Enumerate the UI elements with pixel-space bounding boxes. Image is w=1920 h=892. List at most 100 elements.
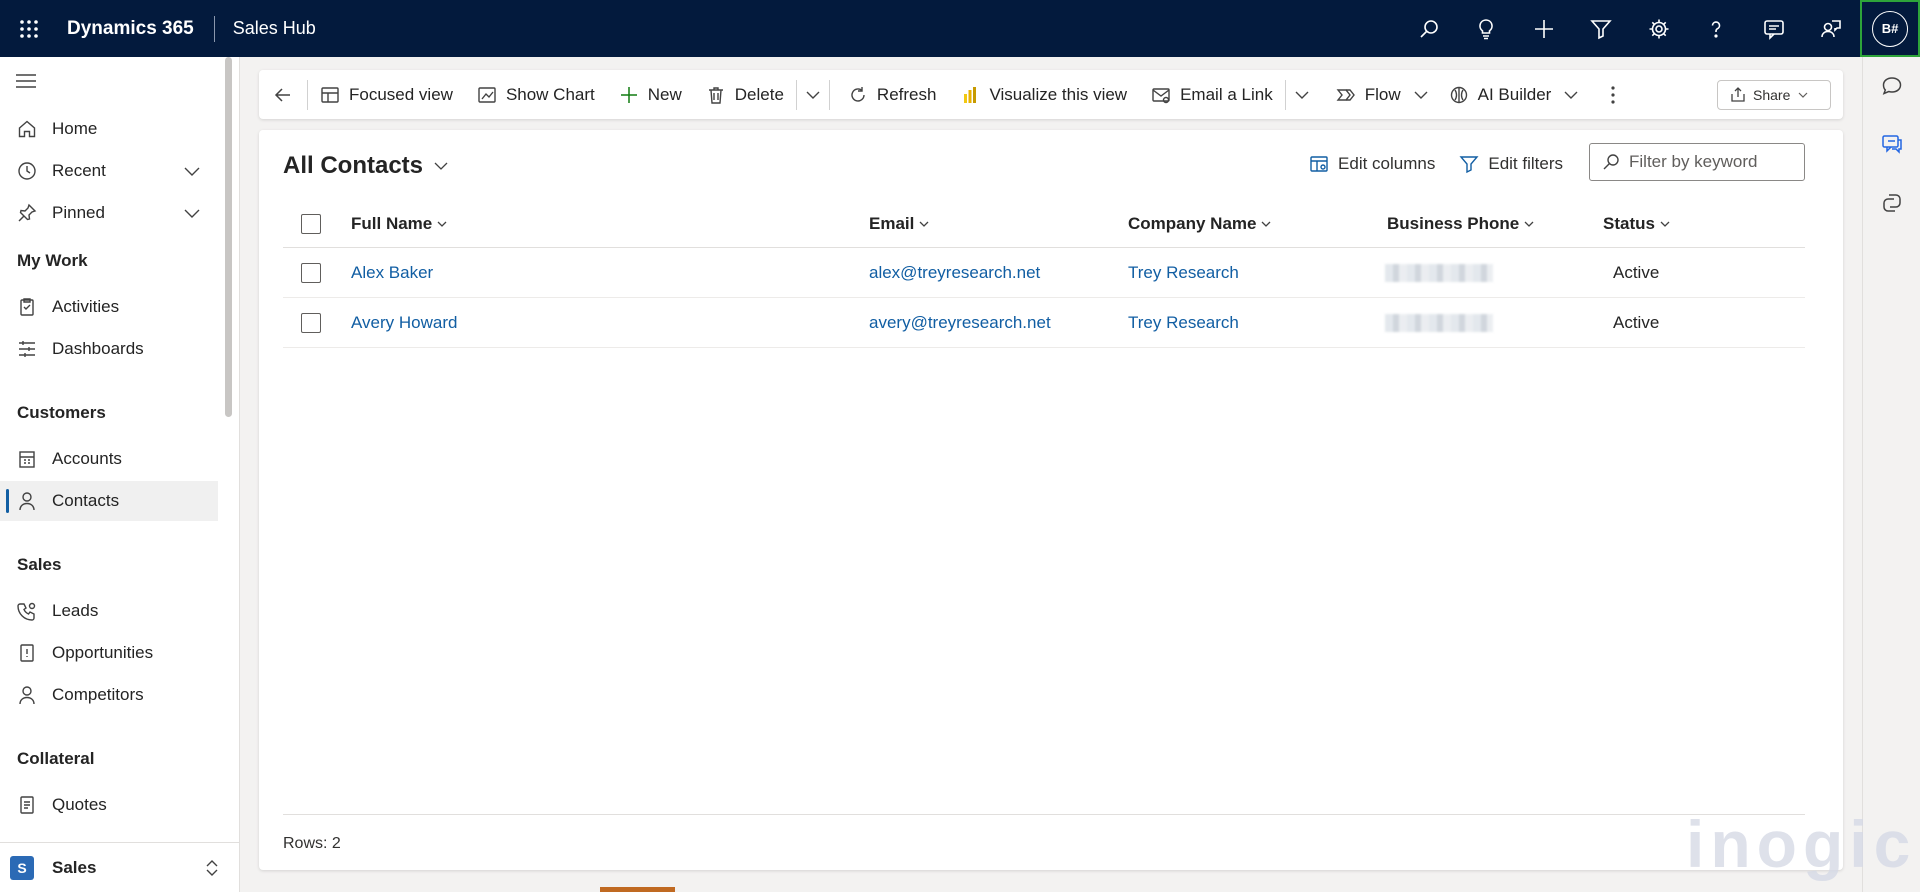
more-options-button[interactable]: [1597, 70, 1629, 119]
sidebar-item-label: Contacts: [52, 491, 120, 510]
app-launcher-icon[interactable]: [0, 0, 57, 57]
select-all-checkbox[interactable]: [301, 213, 321, 234]
sidebar-item-label: Pinned: [52, 203, 105, 222]
section-customers: Customers: [17, 403, 106, 422]
sidebar-item-competitors[interactable]: Competitors: [0, 675, 218, 715]
chevron-down-icon[interactable]: [182, 161, 202, 181]
business-phone-redacted: [1385, 298, 1493, 347]
ai-builder-button[interactable]: AI Builder: [1437, 70, 1556, 119]
filter-icon[interactable]: [1573, 0, 1631, 57]
agent-icon[interactable]: [1803, 0, 1861, 57]
avatar-highlight[interactable]: B#: [1860, 0, 1920, 57]
share-button[interactable]: Share: [1717, 80, 1831, 110]
sidebar-item-activities[interactable]: Activities: [0, 287, 218, 327]
focused-view-button[interactable]: Focused view: [308, 70, 465, 119]
copilot-icon[interactable]: [1863, 174, 1920, 231]
right-rail: [1862, 57, 1920, 892]
avatar[interactable]: B#: [1872, 10, 1908, 47]
show-chart-label: Show Chart: [505, 84, 595, 104]
company-link[interactable]: Trey Research: [1128, 248, 1239, 297]
chevron-down-icon: [1563, 87, 1579, 103]
taskbar-indicator: [600, 887, 675, 892]
email-link-button[interactable]: Email a Link: [1139, 70, 1285, 119]
sidebar-item-label: Leads: [52, 601, 99, 620]
visualize-button[interactable]: Visualize this view: [948, 70, 1139, 119]
chevron-up-down-icon[interactable]: [203, 858, 221, 878]
grid-header: Full Name Email Company Name Business Ph…: [283, 200, 1805, 248]
status-cell: Active: [1613, 312, 1660, 332]
row-checkbox[interactable]: [301, 312, 321, 333]
chevron-down-icon: [1660, 221, 1670, 227]
plus-icon[interactable]: [1515, 0, 1573, 57]
back-button[interactable]: [259, 70, 307, 119]
sidebar-item-quotes[interactable]: Quotes: [0, 785, 218, 825]
pin-icon: [16, 202, 38, 224]
table-row[interactable]: Avery Howard avery@treyresearch.net Trey…: [283, 298, 1805, 348]
column-header-label: Email: [869, 213, 915, 233]
focused-view-icon: [320, 85, 340, 105]
document-icon: [16, 794, 38, 816]
help-icon[interactable]: [1688, 0, 1746, 57]
search-icon[interactable]: [1400, 0, 1458, 57]
sidebar-scrollbar[interactable]: [225, 57, 232, 417]
sidebar-item-pinned[interactable]: Pinned: [0, 193, 218, 233]
company-link[interactable]: Trey Research: [1128, 298, 1239, 347]
sidebar-item-label: Activities: [52, 297, 120, 316]
select-all-checkbox-cell: [301, 200, 321, 247]
hub-name[interactable]: Sales Hub: [215, 18, 316, 39]
chevron-down-icon[interactable]: [182, 203, 202, 223]
gear-icon[interactable]: [1630, 0, 1688, 57]
area-switcher[interactable]: S Sales: [0, 842, 239, 892]
flow-chevron[interactable]: [1405, 70, 1437, 119]
column-header-business-phone[interactable]: Business Phone: [1387, 200, 1534, 247]
filter-keyword-box[interactable]: [1589, 143, 1805, 181]
ai-builder-chevron[interactable]: [1555, 70, 1587, 119]
full-name-link[interactable]: Alex Baker: [351, 248, 433, 297]
column-header-label: Status: [1603, 213, 1655, 233]
column-header-company-name[interactable]: Company Name: [1128, 200, 1271, 247]
edit-filters-button[interactable]: Edit filters: [1459, 154, 1563, 174]
status-cell: Active: [1613, 262, 1660, 282]
row-checkbox[interactable]: [301, 262, 321, 283]
filter-keyword-input[interactable]: [1629, 152, 1799, 172]
sidebar-item-accounts[interactable]: Accounts: [0, 439, 218, 479]
sidebar-item-leads[interactable]: Leads: [0, 591, 218, 631]
phone-person-icon: [16, 600, 38, 622]
column-header-email[interactable]: Email: [869, 200, 929, 247]
email-link[interactable]: avery@treyresearch.net: [869, 298, 1051, 347]
column-header-full-name[interactable]: Full Name: [351, 200, 447, 247]
show-chart-button[interactable]: Show Chart: [465, 70, 607, 119]
sidebar-item-recent[interactable]: Recent: [0, 151, 218, 191]
sidebar-item-dashboards[interactable]: Dashboards: [0, 329, 218, 369]
more-commands-chevron[interactable]: [1286, 70, 1318, 119]
email-link[interactable]: alex@treyresearch.net: [869, 248, 1040, 297]
refresh-button[interactable]: Refresh: [836, 70, 949, 119]
table-row[interactable]: Alex Baker alex@treyresearch.net Trey Re…: [283, 248, 1805, 298]
chat-icon[interactable]: [1745, 0, 1803, 57]
flow-button[interactable]: Flow: [1324, 70, 1405, 119]
delete-button[interactable]: Delete: [694, 70, 796, 119]
redacted-phone: [1385, 263, 1493, 282]
dashboard-icon: [16, 338, 38, 360]
sidebar-item-opportunities[interactable]: Opportunities: [0, 633, 218, 673]
chart-icon: [477, 85, 497, 105]
column-header-status[interactable]: Status: [1603, 200, 1670, 247]
refresh-icon: [848, 85, 868, 105]
view-selector[interactable]: All Contacts: [283, 152, 449, 180]
sidebar-item-label: Recent: [52, 161, 106, 180]
sidebar-item-home[interactable]: Home: [0, 109, 218, 149]
back-arrow-icon: [273, 85, 293, 105]
grid-footer: Rows: 2: [283, 814, 1805, 853]
more-commands-chevron[interactable]: [797, 70, 829, 119]
lightbulb-icon[interactable]: [1458, 0, 1516, 57]
chevron-down-icon: [433, 158, 449, 174]
edit-columns-button[interactable]: Edit columns: [1309, 154, 1435, 174]
ai-builder-label: AI Builder: [1477, 84, 1552, 104]
new-button[interactable]: New: [607, 70, 694, 119]
conversation-icon[interactable]: [1863, 114, 1920, 174]
chat-bubble-icon[interactable]: [1863, 57, 1920, 114]
sidebar-item-contacts[interactable]: Contacts: [0, 481, 218, 521]
full-name-link[interactable]: Avery Howard: [351, 298, 457, 347]
app-name[interactable]: Dynamics 365: [57, 18, 214, 40]
hamburger-icon[interactable]: [16, 73, 36, 89]
